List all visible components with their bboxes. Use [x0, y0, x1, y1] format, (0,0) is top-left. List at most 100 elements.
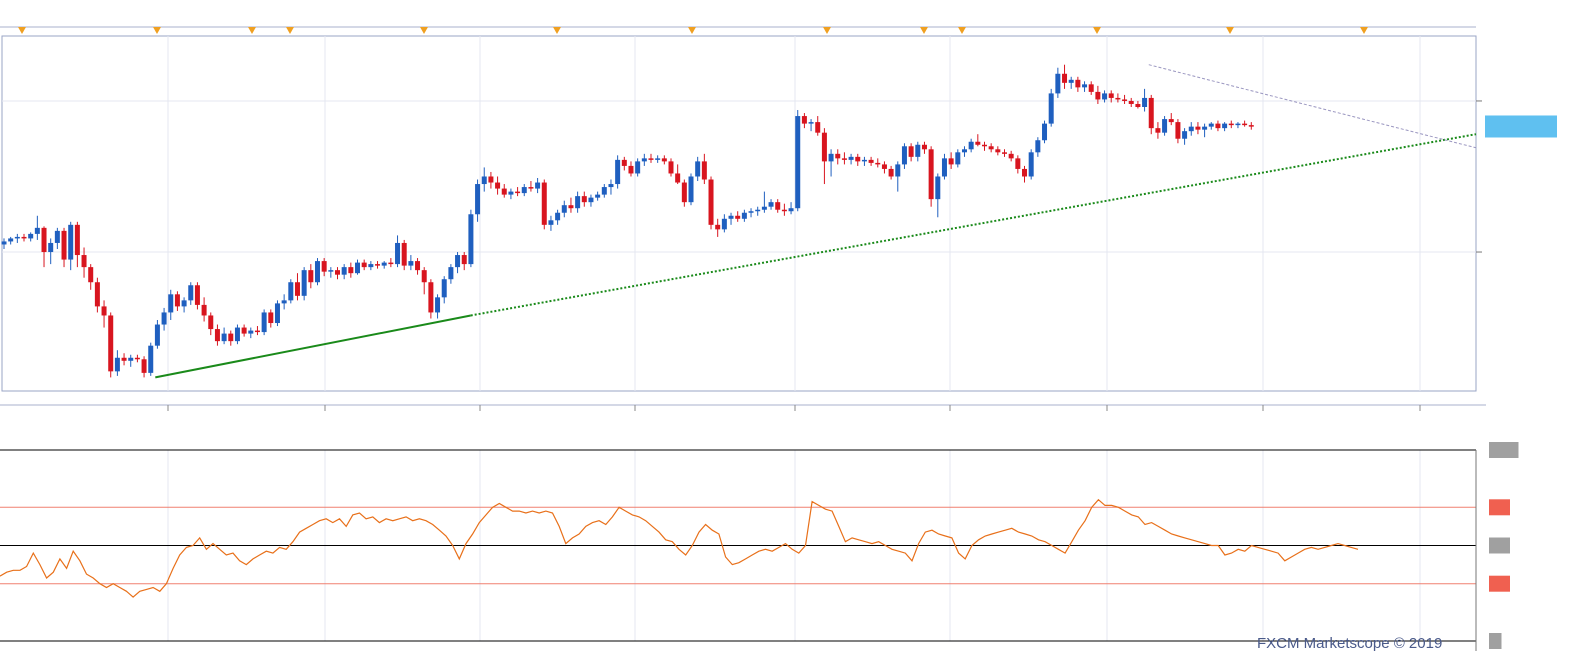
- candle-body: [228, 333, 234, 342]
- candle-body: [328, 270, 334, 272]
- candle-body: [1248, 125, 1254, 127]
- candle-body: [961, 149, 967, 153]
- candle-body: [421, 270, 427, 283]
- candle-body: [661, 158, 667, 162]
- rsi-tick-badge: [1489, 575, 1510, 592]
- candle-body: [821, 132, 827, 162]
- candle-body: [1068, 79, 1074, 83]
- candle-body: [455, 255, 461, 268]
- candle-body: [1, 241, 7, 245]
- candle-body: [441, 279, 447, 298]
- candle-body: [121, 357, 127, 361]
- candle-body: [941, 158, 947, 177]
- candle-body: [8, 238, 14, 242]
- candle-body: [1088, 84, 1094, 92]
- candle-body: [561, 205, 567, 213]
- candle-body: [1142, 97, 1148, 107]
- candle-body: [141, 359, 147, 373]
- candle-body: [895, 164, 901, 177]
- candle-body: [48, 242, 54, 253]
- candle-body: [1082, 84, 1088, 88]
- candle-body: [1035, 140, 1041, 153]
- candle-body: [1122, 99, 1128, 101]
- chart-canvas: FXCM Marketscope © 2019: [0, 0, 1593, 661]
- candle-body: [308, 270, 314, 283]
- candle-body: [835, 153, 841, 159]
- candle-body: [675, 173, 681, 183]
- candle-body: [1042, 123, 1048, 141]
- candle-body: [214, 329, 220, 342]
- candle-body: [248, 330, 254, 334]
- candle-body: [481, 176, 487, 185]
- candle-body: [161, 312, 167, 325]
- candle-body: [1202, 126, 1208, 130]
- candle-body: [681, 182, 687, 203]
- candle-body: [1008, 153, 1014, 159]
- candle-body: [368, 264, 374, 268]
- candle-body: [1195, 126, 1201, 130]
- candle-body: [741, 212, 747, 219]
- candle-body: [668, 161, 674, 174]
- candle-body: [521, 187, 527, 194]
- candle-body: [968, 141, 974, 150]
- candle-body: [535, 182, 541, 189]
- candle-body: [475, 184, 481, 215]
- candle-body: [628, 165, 634, 174]
- candle-body: [1155, 128, 1161, 133]
- candle-body: [301, 270, 307, 296]
- candle-body: [915, 144, 921, 157]
- candle-body: [528, 187, 534, 189]
- candle-body: [881, 164, 887, 169]
- rsi-tick-badge: [1489, 633, 1502, 649]
- candle-body: [41, 227, 47, 253]
- candle-body: [1015, 158, 1021, 169]
- candle-body: [841, 158, 847, 160]
- candle-body: [888, 168, 894, 177]
- candle-body: [288, 282, 294, 301]
- candle-body: [601, 187, 607, 195]
- candle-body: [608, 184, 614, 188]
- candle-body: [861, 159, 867, 162]
- candle-body: [1028, 152, 1034, 177]
- candle-body: [1222, 123, 1228, 129]
- candle-body: [595, 194, 601, 198]
- candle-body: [341, 267, 347, 275]
- candle-body: [34, 227, 40, 234]
- candle-body: [515, 191, 521, 194]
- candle-body: [701, 161, 707, 180]
- candle-body: [901, 146, 907, 165]
- candle-body: [588, 197, 594, 203]
- candle-body: [1055, 73, 1061, 94]
- candle-body: [355, 262, 361, 274]
- candle-body: [114, 357, 120, 372]
- candle-body: [294, 282, 300, 296]
- chart-window: FXCM Marketscope © 2019: [0, 0, 1593, 661]
- candle-body: [848, 156, 854, 160]
- candle-body: [648, 158, 654, 160]
- candle-body: [201, 304, 207, 316]
- candle-body: [995, 149, 1001, 153]
- candle-body: [1168, 119, 1174, 123]
- candle-body: [375, 264, 381, 266]
- candle-body: [241, 327, 247, 334]
- candle-body: [148, 345, 154, 373]
- candle-body: [14, 236, 20, 239]
- candle-body: [488, 176, 494, 183]
- candle-body: [868, 159, 874, 163]
- candle-body: [54, 230, 60, 243]
- candle-body: [495, 182, 501, 189]
- candle-body: [875, 162, 881, 165]
- candle-body: [208, 315, 214, 330]
- candle-body: [555, 212, 561, 221]
- candle-body: [1188, 126, 1194, 132]
- candle-body: [234, 327, 240, 342]
- candle-body: [808, 122, 814, 124]
- candle-body: [435, 297, 441, 313]
- candle-body: [194, 285, 200, 305]
- candle-body: [395, 242, 401, 265]
- candle-body: [728, 215, 734, 219]
- candle-body: [348, 267, 354, 274]
- candle-body: [581, 196, 587, 203]
- candle-body: [281, 300, 287, 304]
- candle-body: [401, 242, 407, 266]
